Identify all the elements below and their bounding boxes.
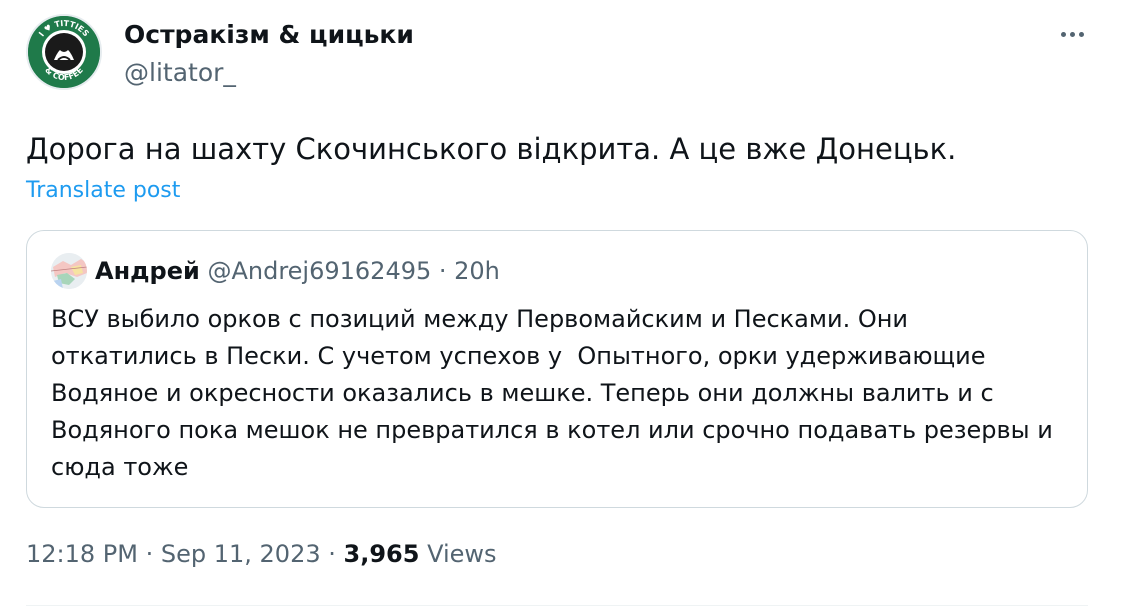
divider bbox=[26, 605, 1088, 606]
post-metadata: 12:18 PM · Sep 11, 2023 · 3,965 Views bbox=[26, 540, 497, 568]
post-date[interactable]: Sep 11, 2023 bbox=[161, 540, 321, 568]
quoted-separator: · bbox=[431, 257, 455, 285]
more-dot-icon bbox=[1069, 31, 1075, 37]
more-dot-icon bbox=[1078, 31, 1084, 37]
quoted-post-header: Андрей @Andrej69162495 · 20h bbox=[95, 257, 500, 285]
quoted-author-handle[interactable]: @Andrej69162495 bbox=[207, 257, 431, 285]
quoted-post-time[interactable]: 20h bbox=[454, 257, 500, 285]
quoted-author-avatar[interactable] bbox=[51, 253, 87, 289]
quoted-text-line: Водяное и окресности оказались в мешке. … bbox=[51, 379, 994, 407]
author-name[interactable]: Остракізм & цицьки bbox=[124, 20, 414, 49]
post-text: Дорога на шахту Скочинського відкрита. А… bbox=[26, 132, 957, 166]
more-dot-icon bbox=[1060, 31, 1066, 37]
views-label: Views bbox=[419, 540, 497, 568]
quoted-text-line: ВСУ выбило орков с позиций между Первома… bbox=[51, 305, 909, 333]
quoted-text-line: откатились в Пески. С учетом успехов у О… bbox=[51, 342, 986, 370]
author-handle[interactable]: @litator_ bbox=[124, 58, 236, 87]
quoted-post-text: ВСУ выбило орков с позиций между Первома… bbox=[51, 301, 1071, 486]
quoted-post[interactable]: Андрей @Andrej69162495 · 20h ВСУ выбило … bbox=[26, 230, 1088, 508]
map-avatar-icon bbox=[51, 253, 87, 289]
author-avatar[interactable]: I ♥ TITTIES & COFFEE bbox=[26, 14, 102, 90]
post-detail: I ♥ TITTIES & COFFEE Остракізм & цицьки … bbox=[0, 0, 1126, 612]
quoted-text-line: Водяного пока мешок не превратился в кот… bbox=[51, 416, 1053, 444]
starbucks-parody-logo-icon: I ♥ TITTIES & COFFEE bbox=[28, 16, 100, 88]
views-count: 3,965 bbox=[343, 540, 420, 568]
translate-post-link[interactable]: Translate post bbox=[26, 178, 180, 203]
meta-separator: · bbox=[137, 540, 161, 568]
quoted-text-line: сюда тоже bbox=[51, 453, 189, 481]
post-time[interactable]: 12:18 PM bbox=[26, 540, 138, 568]
meta-separator: · bbox=[320, 540, 344, 568]
quoted-author-name[interactable]: Андрей bbox=[95, 257, 200, 285]
more-options-button[interactable] bbox=[1052, 18, 1092, 50]
